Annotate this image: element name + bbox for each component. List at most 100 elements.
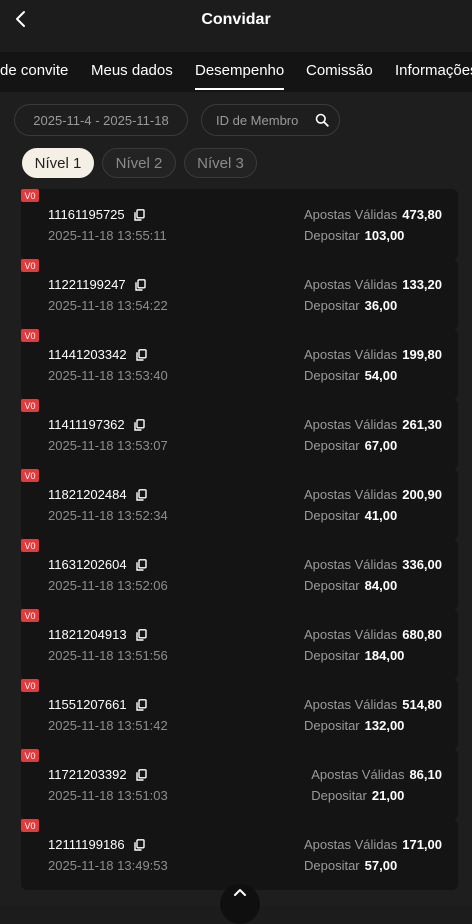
member-card: V0 11821202484 2025-11-18 13:52:34 Apostas …	[21, 469, 458, 540]
member-card: V0 11161195725 2025-11-18 13:55:11 Apostas …	[21, 189, 458, 260]
copy-icon[interactable]	[135, 628, 147, 641]
tab-information[interactable]: Informações	[395, 62, 472, 79]
copy-icon[interactable]	[135, 348, 147, 361]
member-id: 11631202604	[48, 557, 147, 572]
deposit-label: Depositar	[304, 228, 360, 243]
valid-bets-value: 86,10	[409, 767, 442, 782]
deposit-value: 21,00	[371, 788, 405, 803]
member-id: 11551207661	[48, 697, 147, 712]
valid-bets-label: Apostas Válidas	[304, 837, 398, 852]
copy-icon[interactable]	[135, 558, 147, 571]
member-stats: Apostas Válidas 514,80 Depositar 132,00	[304, 697, 442, 739]
deposit-label: Depositar	[304, 648, 360, 663]
tab-performance[interactable]: Desempenho	[195, 62, 285, 90]
deposit-value: 103,00	[364, 228, 405, 243]
member-card: V0 11821204913 2025-11-18 13:51:56 Apostas …	[21, 609, 458, 680]
level-1-button[interactable]: Nível 1	[22, 148, 94, 178]
valid-bets-value: 133,20	[402, 277, 442, 292]
scroll-top-button[interactable]	[220, 884, 260, 924]
copy-icon[interactable]	[135, 768, 147, 781]
member-id: 11821204913	[48, 627, 147, 642]
member-card: V0 11411197362 2025-11-18 13:53:07 Apostas …	[21, 399, 458, 470]
valid-bets-label: Apostas Válidas	[311, 767, 405, 782]
level-3-button[interactable]: Nível 3	[184, 148, 257, 178]
level-2-button[interactable]: Nível 2	[102, 148, 176, 178]
tab-bar: de convite Meus dados Desempenho Comissã…	[0, 52, 472, 92]
deposit-value: 184,00	[364, 648, 405, 663]
deposit-label: Depositar	[304, 438, 360, 453]
member-id: 11721203392	[48, 767, 147, 782]
member-card: V0 11631202604 2025-11-18 13:52:06 Apostas …	[21, 539, 458, 610]
chevron-up-icon	[234, 889, 246, 896]
registration-time: 2025-11-18 13:52:34	[48, 508, 168, 523]
member-id-text: 12111199186	[48, 837, 125, 852]
member-id: 12111199186	[48, 837, 145, 852]
member-stats: Apostas Válidas 200,90 Depositar 41,00	[304, 487, 442, 529]
deposit-label: Depositar	[304, 718, 360, 733]
valid-bets-value: 171,00	[402, 837, 442, 852]
registration-time: 2025-11-18 13:53:40	[48, 368, 168, 383]
valid-bets-value: 473,80	[402, 207, 442, 222]
member-id: 11161195725	[48, 207, 145, 222]
copy-icon[interactable]	[133, 838, 145, 851]
deposit-value: 36,00	[364, 298, 398, 313]
vip-level-badge: V0	[21, 749, 39, 762]
valid-bets-label: Apostas Válidas	[304, 417, 398, 432]
member-stats: Apostas Válidas 199,80 Depositar 54,00	[304, 347, 442, 389]
deposit-value: 67,00	[364, 438, 398, 453]
registration-time: 2025-11-18 13:51:03	[48, 788, 168, 803]
tab-my-data[interactable]: Meus dados	[91, 62, 173, 79]
member-id: 11221199247	[48, 277, 146, 292]
valid-bets-label: Apostas Válidas	[304, 207, 398, 222]
valid-bets-label: Apostas Válidas	[304, 347, 398, 362]
member-id-text: 11221199247	[48, 277, 126, 292]
registration-time: 2025-11-18 13:51:42	[48, 718, 168, 733]
member-id-text: 11411197362	[48, 417, 125, 432]
valid-bets-value: 336,00	[402, 557, 442, 572]
copy-icon[interactable]	[134, 278, 146, 291]
copy-icon[interactable]	[135, 698, 147, 711]
deposit-label: Depositar	[304, 508, 360, 523]
vip-level-badge: V0	[21, 679, 39, 692]
member-stats: Apostas Válidas 473,80 Depositar 103,00	[304, 207, 442, 249]
vip-level-badge: V0	[21, 819, 39, 832]
search-icon[interactable]	[315, 113, 329, 127]
copy-icon[interactable]	[133, 418, 145, 431]
deposit-value: 57,00	[364, 858, 398, 873]
tab-invite-link[interactable]: de convite	[0, 62, 68, 79]
member-id-text: 11721203392	[48, 767, 127, 782]
deposit-label: Depositar	[304, 858, 360, 873]
deposit-value: 84,00	[364, 578, 398, 593]
member-id: 11441203342	[48, 347, 147, 362]
copy-icon[interactable]	[133, 208, 145, 221]
valid-bets-value: 200,90	[402, 487, 442, 502]
member-stats: Apostas Válidas 336,00 Depositar 84,00	[304, 557, 442, 599]
member-stats: Apostas Válidas 680,80 Depositar 184,00	[304, 627, 442, 669]
member-card: V0 11441203342 2025-11-18 13:53:40 Apostas …	[21, 329, 458, 400]
member-id-input[interactable]	[214, 111, 314, 129]
valid-bets-label: Apostas Válidas	[304, 277, 398, 292]
member-search-box	[201, 104, 340, 136]
copy-icon[interactable]	[135, 488, 147, 501]
vip-level-badge: V0	[21, 469, 39, 482]
vip-level-badge: V0	[21, 259, 39, 272]
deposit-label: Depositar	[311, 788, 367, 803]
registration-time: 2025-11-18 13:51:56	[48, 648, 168, 663]
tab-commission[interactable]: Comissão	[306, 62, 373, 79]
valid-bets-label: Apostas Válidas	[304, 487, 398, 502]
member-id: 11821202484	[48, 487, 147, 502]
valid-bets-value: 261,30	[402, 417, 442, 432]
member-card: V0 11221199247 2025-11-18 13:54:22 Apostas …	[21, 259, 458, 330]
member-id-text: 11551207661	[48, 697, 127, 712]
member-card: V0 12111199186 2025-11-18 13:49:53 Apostas …	[21, 819, 458, 890]
deposit-label: Depositar	[304, 368, 360, 383]
vip-level-badge: V0	[21, 399, 39, 412]
deposit-value: 41,00	[364, 508, 398, 523]
chevron-left-icon	[16, 11, 25, 27]
back-button[interactable]	[10, 8, 32, 30]
registration-time: 2025-11-18 13:54:22	[48, 298, 168, 313]
member-id: 11411197362	[48, 417, 145, 432]
date-range-picker[interactable]: 2025-11-4 - 2025-11-18	[14, 104, 188, 136]
vip-level-badge: V0	[21, 189, 39, 202]
registration-time: 2025-11-18 13:52:06	[48, 578, 168, 593]
